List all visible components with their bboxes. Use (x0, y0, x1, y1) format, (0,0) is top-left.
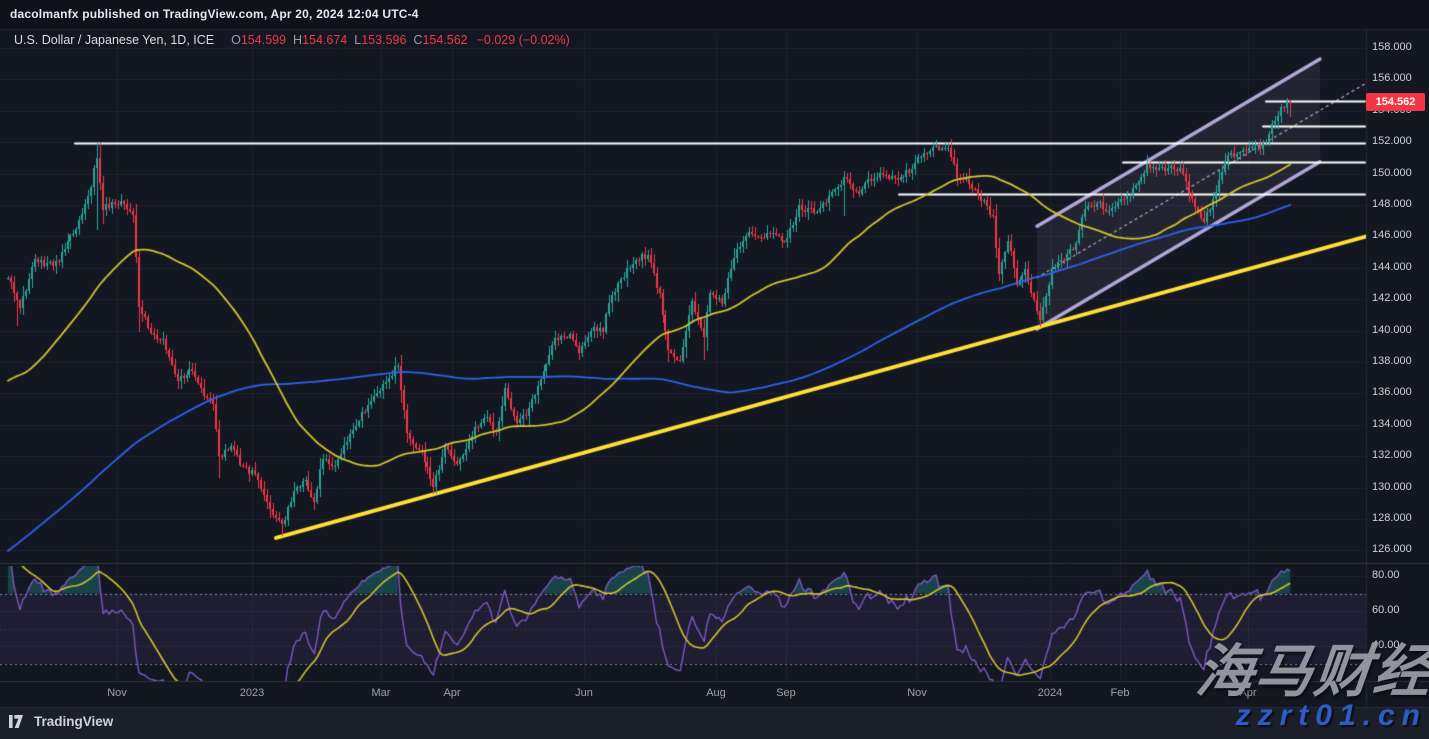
price-tick-label: 144.000 (1372, 261, 1412, 273)
price-tick-label: 150.000 (1372, 167, 1412, 179)
price-tick-label: 138.000 (1372, 355, 1412, 367)
high-value: 154.674 (302, 33, 347, 47)
symbol-title[interactable]: U.S. Dollar / Japanese Yen, 1D, ICE (14, 33, 214, 47)
high-label: H (293, 33, 302, 47)
watermark-cn: 海马财经 (1193, 626, 1429, 708)
pane-separator[interactable] (0, 562, 1366, 566)
publisher-line: dacolmanfx published on TradingView.com,… (10, 7, 419, 21)
rsi-tick-label: 80.00 (1372, 569, 1400, 581)
price-tick-label: 156.000 (1372, 72, 1412, 84)
close-value: 154.562 (422, 33, 467, 47)
price-tick-label: 132.000 (1372, 449, 1412, 461)
price-tick-label: 128.000 (1372, 512, 1412, 524)
price-tick-label: 158.000 (1372, 41, 1412, 53)
price-tick-label: 146.000 (1372, 229, 1412, 241)
price-tick-label: 126.000 (1372, 543, 1412, 555)
time-tick-label: Mar (372, 687, 391, 699)
watermark-url: zzrt01.cn (1236, 699, 1427, 733)
time-tick-label: Nov (107, 687, 127, 699)
time-tick-label: Feb (1111, 687, 1130, 699)
change-value: −0.029 (−0.02%) (477, 33, 570, 47)
price-tick-label: 134.000 (1372, 418, 1412, 430)
time-tick-label: Apr (443, 687, 460, 699)
header-bar: dacolmanfx published on TradingView.com,… (0, 0, 1429, 30)
rsi-tick-label: 60.00 (1372, 604, 1400, 616)
chart-legend: U.S. Dollar / Japanese Yen, 1D, ICEO154.… (14, 33, 570, 47)
price-tick-label: 130.000 (1372, 481, 1412, 493)
time-tick-label: Jun (575, 687, 593, 699)
low-value: 153.596 (361, 33, 406, 47)
price-tick-label: 140.000 (1372, 324, 1412, 336)
time-tick-label: Nov (907, 687, 927, 699)
open-label: O (231, 33, 241, 47)
price-tick-label: 148.000 (1372, 198, 1412, 210)
tradingview-published-chart: dacolmanfx published on TradingView.com,… (0, 0, 1429, 739)
tradingview-logo[interactable]: TradingView (9, 714, 113, 729)
tradingview-logo-text: TradingView (34, 714, 113, 729)
time-tick-label: 2023 (240, 687, 264, 699)
footer-bar (0, 707, 1429, 739)
time-tick-label: 2024 (1038, 687, 1062, 699)
price-tick-label: 136.000 (1372, 386, 1412, 398)
open-value: 154.599 (241, 33, 286, 47)
price-tick-label: 142.000 (1372, 292, 1412, 304)
tradingview-logo-icon (9, 715, 28, 728)
price-tick-label: 152.000 (1372, 135, 1412, 147)
time-tick-label: Sep (776, 687, 796, 699)
time-tick-label: Aug (706, 687, 726, 699)
last-price-badge: 154.562 (1366, 93, 1425, 111)
